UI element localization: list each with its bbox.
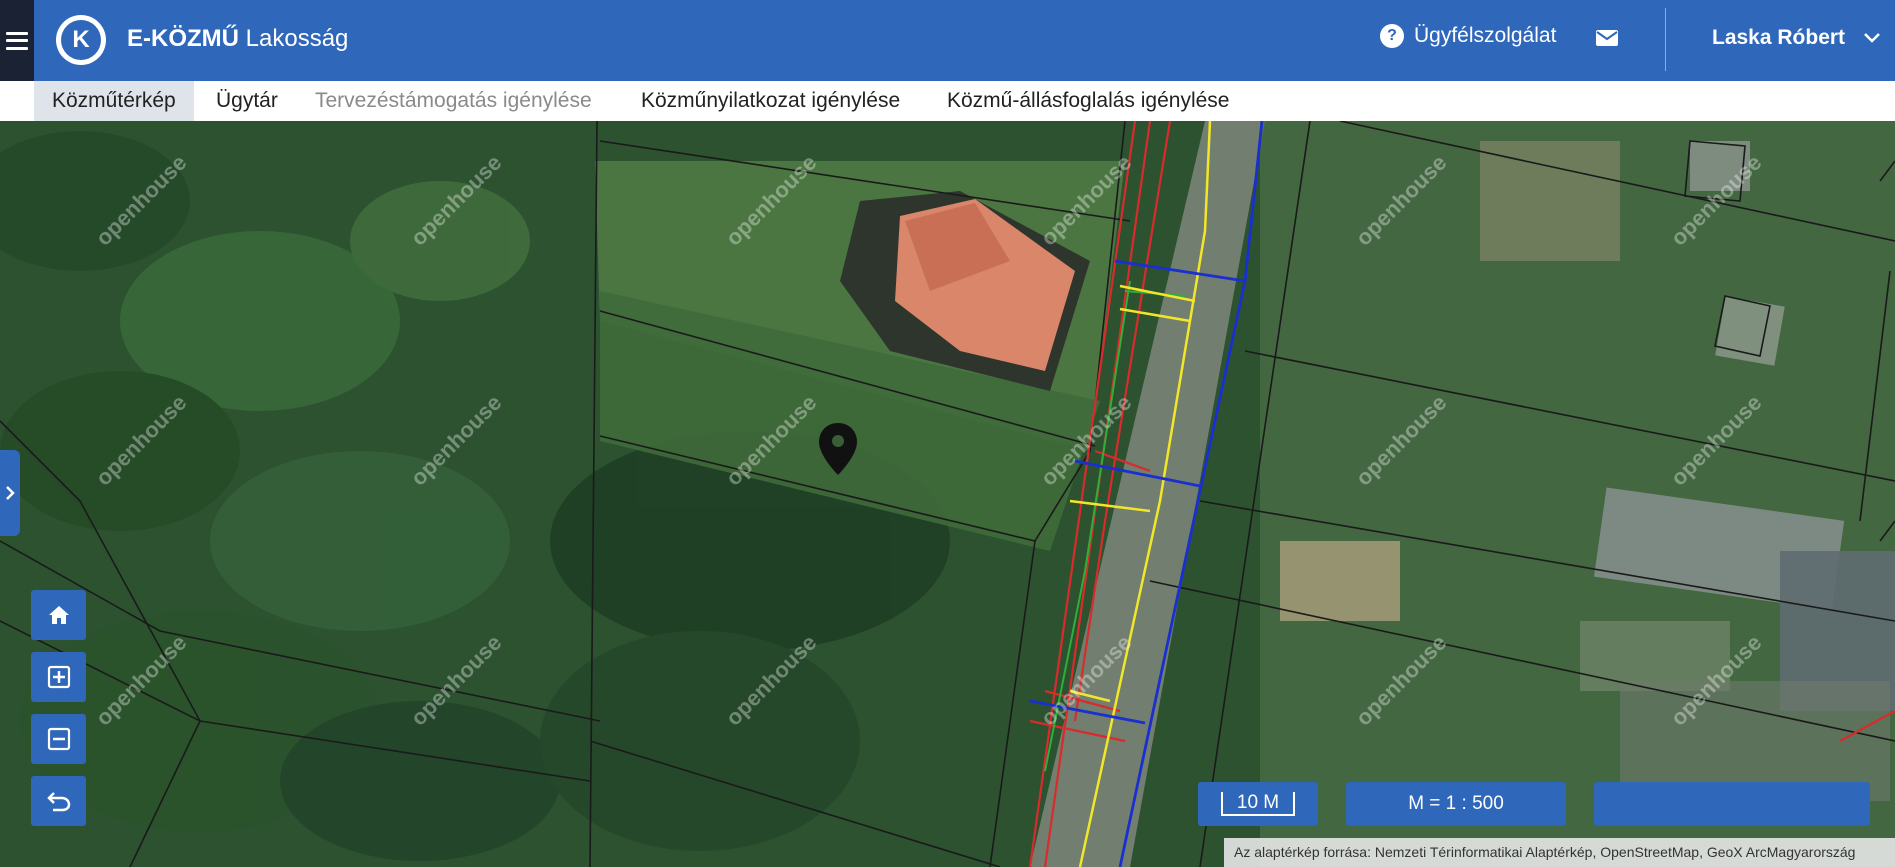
user-menu[interactable]: Laska Róbert [1712, 26, 1845, 50]
map-canvas[interactable]: openhouse openhouse openhouse openhouse … [0, 121, 1895, 867]
map-attribution: Az alaptérkép forrása: Nemzeti Térinform… [1224, 838, 1895, 867]
app-title: E-KÖZMŰ Lakosság [127, 25, 348, 53]
brand-bold: E-KÖZMŰ [127, 25, 239, 52]
map-graphics [0, 121, 1895, 867]
zoom-out-button[interactable] [31, 714, 86, 764]
help-icon: ? [1380, 24, 1404, 48]
tab-kozmu-allasfoglalas[interactable]: Közmű-állásfoglalás igénylése [947, 81, 1230, 121]
header-divider [1665, 8, 1666, 71]
chevron-right-icon [6, 486, 15, 500]
side-panel-toggle[interactable] [0, 450, 20, 536]
zoom-out-icon [47, 727, 70, 751]
hamburger-icon [6, 31, 28, 50]
brand-light: Lakosság [245, 25, 349, 52]
chevron-down-icon[interactable] [1862, 30, 1882, 46]
tab-tervezestamogatas: Tervezéstámogatás igénylése [315, 89, 592, 112]
coordinate-box [1594, 782, 1870, 826]
scale-ratio: M = 1 : 500 [1346, 782, 1566, 826]
tab-kozmunyilatkozat[interactable]: Közműnyilatkozat igénylése [641, 81, 900, 121]
top-header: K E-KÖZMŰ Lakosság ? Ügyfélszolgálat Las… [0, 0, 1895, 81]
undo-button[interactable] [31, 776, 86, 826]
undo-icon [46, 792, 70, 812]
scale-bar: 10 M [1220, 792, 1296, 816]
home-icon [48, 606, 69, 624]
support-label: Ügyfélszolgálat [1414, 24, 1557, 47]
location-pin-icon[interactable] [816, 421, 860, 477]
menu-button[interactable] [0, 0, 34, 81]
main-nav: Közműtérkép Ügytár Tervezéstámogatás igé… [0, 81, 1895, 121]
app-logo[interactable]: K [56, 15, 106, 65]
tab-ugytar[interactable]: Ügytár [216, 81, 278, 121]
support-link[interactable]: ? Ügyfélszolgálat [1380, 24, 1556, 48]
mail-icon[interactable] [1596, 30, 1618, 46]
scale-bar-box: 10 M [1198, 782, 1318, 826]
zoom-in-icon [47, 665, 70, 689]
zoom-in-button[interactable] [31, 652, 86, 702]
logo-letter: K [61, 20, 101, 60]
tab-kozmuterkep[interactable]: Közműtérkép [34, 81, 194, 121]
home-button[interactable] [31, 590, 86, 640]
